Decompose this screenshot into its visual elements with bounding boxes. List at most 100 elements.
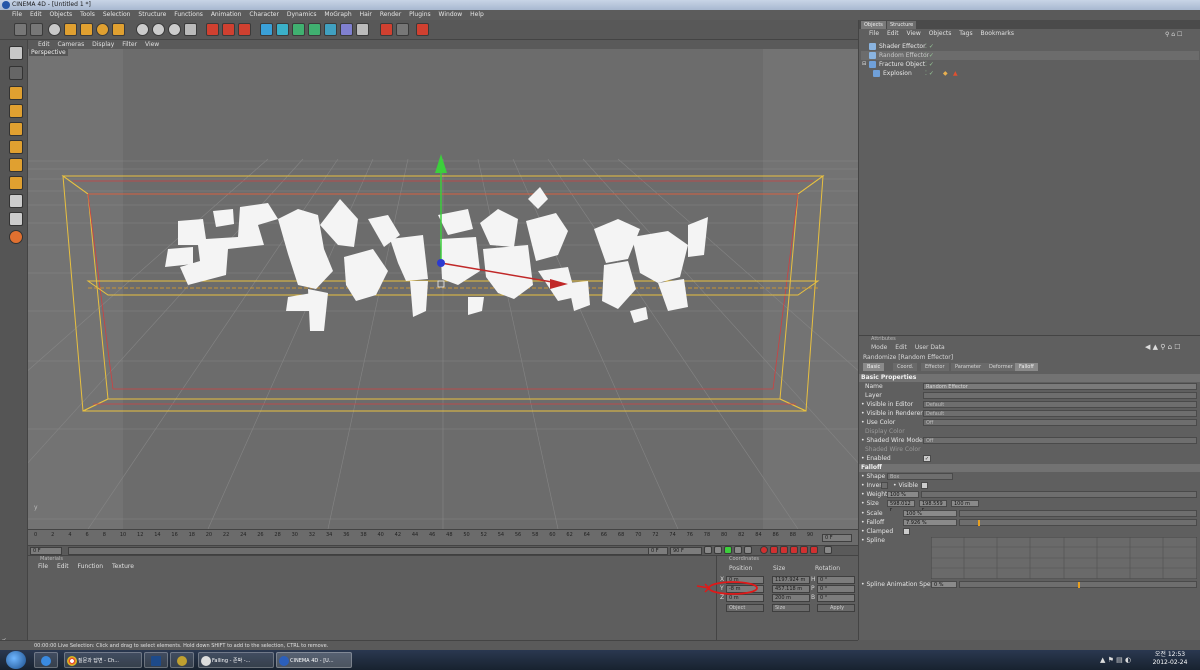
- current-frame-field[interactable]: 0 F: [648, 547, 668, 555]
- history-nav-icon[interactable]: ◀ ▲ ⚲ ⌂ ☐: [1145, 343, 1181, 351]
- move-icon[interactable]: [64, 23, 77, 36]
- attributes-menu-mode[interactable]: Mode: [871, 344, 887, 351]
- menu-help[interactable]: Help: [470, 11, 484, 18]
- tag-phong-icon[interactable]: ◆: [943, 69, 948, 78]
- cube-primitive-icon[interactable]: [260, 23, 273, 36]
- falloff-size-y-field[interactable]: 198.559 r: [919, 500, 947, 513]
- y-axis-lock-icon[interactable]: [152, 23, 165, 36]
- viewport-canvas[interactable]: y: [28, 49, 858, 529]
- app-taskbar-icon[interactable]: [170, 652, 194, 668]
- falloff-falloff-slider[interactable]: [959, 519, 1197, 526]
- viewport-menu-cameras[interactable]: Cameras: [58, 41, 85, 48]
- slider-knob[interactable]: [978, 520, 980, 526]
- step-back-icon[interactable]: [714, 546, 722, 554]
- falloff-shape-dropdown[interactable]: Box: [887, 473, 953, 480]
- falloff-clamped-checkbox[interactable]: [903, 528, 910, 535]
- end-frame-field[interactable]: 90 F: [670, 547, 702, 555]
- slider-knob[interactable]: [1078, 582, 1080, 588]
- rotation-key-icon[interactable]: [810, 546, 818, 554]
- checkerboard-icon[interactable]: [9, 194, 23, 208]
- viewport-menu-edit[interactable]: Edit: [38, 41, 50, 48]
- tab-objects[interactable]: Objects: [861, 21, 886, 29]
- position-key-icon[interactable]: [790, 546, 798, 554]
- keyframe-selection-icon[interactable]: [780, 546, 788, 554]
- spline-speed-slider[interactable]: [959, 581, 1197, 588]
- objects-menu-edit[interactable]: Edit: [887, 30, 899, 37]
- perspective-viewport[interactable]: y Perspective: [28, 49, 858, 529]
- polygons-mode-icon[interactable]: [9, 158, 23, 172]
- start-frame-field[interactable]: 0 F: [30, 547, 62, 555]
- size-y-field[interactable]: 457.118 m: [772, 585, 810, 593]
- materials-menu-file[interactable]: File: [38, 563, 48, 570]
- visibility-dots-icon[interactable]: ⁚ ✓: [925, 51, 934, 60]
- recent-tools-icon[interactable]: [112, 23, 125, 36]
- make-editable-icon[interactable]: [9, 46, 23, 60]
- tray-icons[interactable]: ▲ ⚑ ▤ ◐: [1100, 656, 1131, 664]
- layout-icon[interactable]: [396, 23, 409, 36]
- model-mode-icon[interactable]: [9, 86, 23, 100]
- object-row-fracture-object[interactable]: ⊟ Fracture Object ⁚ ✓: [861, 60, 1199, 69]
- effector-icon[interactable]: [416, 23, 429, 36]
- ie-taskbar-icon[interactable]: [34, 652, 58, 668]
- viewport-menu-filter[interactable]: Filter: [122, 41, 137, 48]
- timeline-ruler[interactable]: 0 2 4 6 8 10 12 14 16 18 20 22 24 26 28 30 32 34 36 38 40 42 4…: [28, 529, 858, 545]
- size-z-field[interactable]: 200 m: [772, 594, 810, 602]
- falloff-size-z-field[interactable]: 100 m: [951, 500, 979, 507]
- rotation-p-field[interactable]: 0 °: [817, 585, 855, 593]
- taskbar-cinema4d[interactable]: CINEMA 4D - [U...: [276, 652, 352, 668]
- sculpt-icon[interactable]: [9, 230, 23, 244]
- menu-objects[interactable]: Objects: [50, 11, 73, 18]
- play-icon[interactable]: [724, 546, 732, 554]
- z-axis-lock-icon[interactable]: [168, 23, 181, 36]
- falloff-visible-checkbox[interactable]: [921, 482, 928, 489]
- attributes-menu-edit[interactable]: Edit: [895, 344, 907, 351]
- menu-edit[interactable]: Edit: [30, 11, 42, 18]
- mograph-icon[interactable]: [380, 23, 393, 36]
- object-axis-icon[interactable]: [9, 104, 23, 118]
- attributes-menu-user-data[interactable]: User Data: [915, 344, 945, 351]
- attr-shaded-wire-mode-dropdown[interactable]: Off: [923, 437, 1197, 444]
- render-view-icon[interactable]: [206, 23, 219, 36]
- materials-menu-function[interactable]: Function: [78, 563, 104, 570]
- attr-visible-renderer-dropdown[interactable]: Default: [923, 410, 1197, 417]
- autokey-icon[interactable]: [770, 546, 778, 554]
- system-clock[interactable]: 오전 12:53 2012-02-24: [1148, 651, 1192, 667]
- live-selection-icon[interactable]: [48, 23, 61, 36]
- x-axis-lock-icon[interactable]: [136, 23, 149, 36]
- goto-end-icon[interactable]: [744, 546, 752, 554]
- tweak-mode-icon[interactable]: [9, 176, 23, 190]
- falloff-size-x-field[interactable]: 598.012 r: [887, 500, 915, 513]
- timeline-options-icon[interactable]: [824, 546, 832, 554]
- object-row-explosion[interactable]: Explosion ⁚ ✓ ◆ ▲: [861, 69, 1199, 78]
- windows-start-icon[interactable]: [6, 651, 26, 669]
- visibility-dots-icon[interactable]: ⁚ ✓: [925, 42, 934, 51]
- array-icon[interactable]: [292, 23, 305, 36]
- spline-graph[interactable]: [931, 537, 1197, 579]
- taskbar-music-player[interactable]: Falling - 존박 -...: [198, 652, 274, 668]
- render-settings-icon[interactable]: [238, 23, 251, 36]
- menu-window[interactable]: Window: [439, 11, 463, 18]
- menu-dynamics[interactable]: Dynamics: [287, 11, 317, 18]
- falloff-weight-slider[interactable]: [921, 491, 1197, 498]
- edges-mode-icon[interactable]: [9, 140, 23, 154]
- menu-animation[interactable]: Animation: [211, 11, 242, 18]
- tab-coord[interactable]: Coord.: [893, 363, 918, 371]
- falloff-invert-checkbox[interactable]: [881, 482, 888, 489]
- light-icon[interactable]: [356, 23, 369, 36]
- menu-mograph[interactable]: MoGraph: [324, 11, 351, 18]
- menu-tools[interactable]: Tools: [80, 11, 95, 18]
- objects-menu-view[interactable]: View: [907, 30, 921, 37]
- materials-menu-edit[interactable]: Edit: [57, 563, 69, 570]
- deformer-icon[interactable]: [308, 23, 321, 36]
- viewport-menu-view[interactable]: View: [145, 41, 159, 48]
- menu-render[interactable]: Render: [380, 11, 401, 18]
- object-row-shader-effector[interactable]: Shader Effector ⁚ ✓: [861, 42, 1199, 51]
- menu-character[interactable]: Character: [249, 11, 279, 18]
- scene-icon[interactable]: [324, 23, 337, 36]
- tab-parameter[interactable]: Parameter: [951, 363, 986, 371]
- coordinate-mode-dropdown[interactable]: Object: [726, 604, 764, 612]
- tab-effector[interactable]: Effector: [921, 363, 949, 371]
- visibility-dots-icon[interactable]: ⁚ ✓: [925, 69, 934, 78]
- falloff-scale-field[interactable]: 100 %: [903, 510, 957, 517]
- world-coordinates-icon[interactable]: [184, 23, 197, 36]
